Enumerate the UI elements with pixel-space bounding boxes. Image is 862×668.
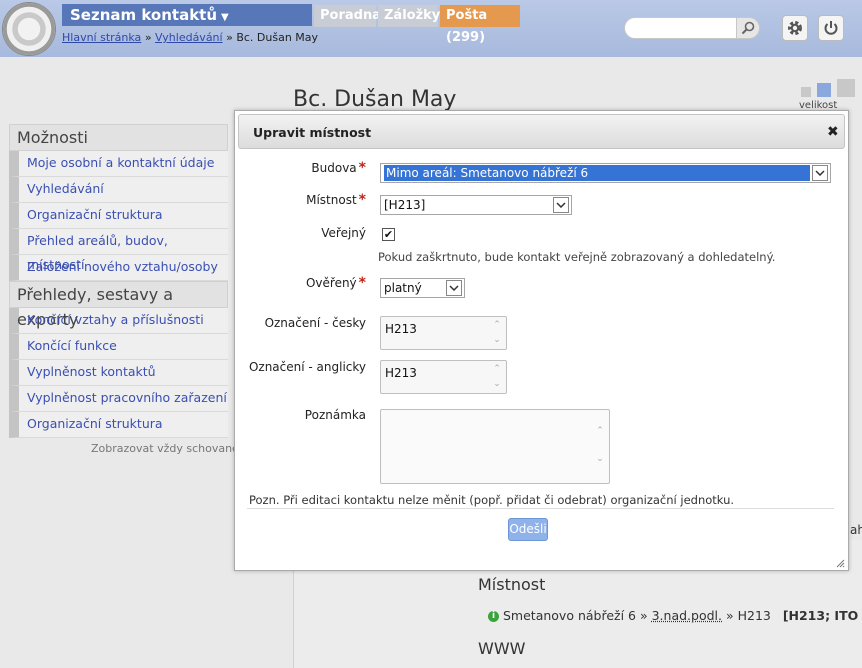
room-location-line: i Smetanovo nábřeží 6 » 3.nad.podl. » H21…	[488, 608, 862, 623]
dialog-note: Pozn. Při editaci kontaktu nelze měnit (…	[249, 493, 735, 507]
room-code: [H213; ITO FSV]	[782, 608, 862, 623]
oznaceni-cesky-label: Označení - česky	[264, 316, 366, 330]
resize-handle-icon[interactable]	[835, 557, 845, 568]
mistnost-selected-value: [H213]	[384, 198, 426, 212]
sidebar: Možnosti Moje osobní a kontaktní údaje V…	[9, 124, 228, 438]
mistnost-label-text: Místnost	[306, 193, 357, 207]
oznaceni-anglicky-input[interactable]: H213 ⌃ ⌄	[380, 360, 507, 394]
power-icon	[824, 21, 838, 35]
chevron-down-icon[interactable]: ⌄	[491, 379, 503, 389]
info-icon[interactable]: i	[488, 611, 499, 622]
room-floor-link[interactable]: 3.nad.podl.	[652, 608, 722, 623]
sidebar-item-org-structure-2[interactable]: Organizační struktura	[9, 412, 228, 438]
app-header: Seznam kontaktů ▼ Poradna Záložky Pošta (…	[0, 0, 862, 57]
breadcrumb-separator: »	[144, 31, 152, 44]
www-section-heading: WWW	[478, 639, 526, 658]
sidebar-section-reports: Přehledy, sestavy a exporty	[9, 281, 228, 329]
app-title-menu[interactable]: Seznam kontaktů ▼	[62, 4, 312, 26]
chevron-down-icon[interactable]: ⌄	[491, 335, 503, 345]
breadcrumb-home-link[interactable]: Hlavní stránka	[62, 31, 141, 44]
verejny-checkbox[interactable]: ✔	[382, 228, 395, 241]
university-logo[interactable]	[2, 2, 56, 56]
sidebar-item-org-structure[interactable]: Organizační struktura	[9, 203, 228, 229]
text-size-medium-button[interactable]	[817, 83, 831, 97]
chevron-down-icon	[446, 280, 462, 296]
breadcrumb-search-link[interactable]: Vyhledávání	[155, 31, 223, 44]
page-title: Bc. Dušan May	[293, 87, 457, 112]
poznamka-textarea[interactable]: ⌃ ⌄	[380, 409, 610, 484]
dialog-title: Upravit místnost	[253, 125, 372, 140]
sidebar-item-my-details[interactable]: Moje osobní a kontaktní údaje	[9, 151, 228, 177]
edit-room-dialog: Upravit místnost ✖ Budova * Mimo areál: S…	[234, 110, 849, 571]
room-street: Smetanovo nábřeží 6	[503, 608, 636, 623]
text-size-large-button[interactable]	[837, 79, 855, 97]
sidebar-item-areas-overview[interactable]: Přehled areálů, budov, místností	[9, 229, 228, 272]
breadcrumb-separator: »	[226, 31, 233, 44]
sidebar-item-search[interactable]: Vyhledávání	[9, 177, 228, 203]
settings-button[interactable]	[782, 15, 808, 41]
chevron-down-icon	[553, 197, 569, 213]
chevron-down-icon: ▼	[221, 12, 229, 23]
budova-selected-value: Mimo areál: Smetanovo nábřeží 6	[384, 165, 810, 181]
tab-poradna[interactable]: Poradna	[314, 5, 381, 27]
location-separator: »	[725, 608, 734, 623]
overeny-selected-value: platný	[384, 281, 422, 295]
poznamka-label: Poznámka	[304, 408, 366, 422]
sidebar-section-options: Možnosti	[9, 124, 228, 151]
verejny-help-text: Pokud zaškrtnuto, bude kontakt veřejně z…	[378, 250, 776, 264]
overeny-label-text: Ověřený	[305, 276, 357, 290]
close-icon[interactable]: ✖	[827, 124, 839, 140]
mistnost-select[interactable]: [H213]	[380, 195, 572, 215]
oznaceni-anglicky-label: Označení - anglicky	[248, 360, 366, 374]
content-fragment: ah	[850, 523, 862, 537]
chevron-down-icon	[812, 165, 828, 181]
sidebar-item-new-relation[interactable]: Založení nového vztahu/osoby	[9, 255, 228, 281]
sidebar-item-ending-relations[interactable]: Končící vztahy a příslušnosti	[9, 308, 228, 334]
dialog-titlebar[interactable]: Upravit místnost ✖	[238, 114, 845, 149]
app-title-text: Seznam kontaktů	[70, 6, 218, 24]
chevron-up-icon[interactable]: ⌃	[594, 426, 606, 436]
room-section-heading: Místnost	[478, 575, 546, 594]
chevron-down-icon[interactable]: ⌄	[594, 454, 606, 464]
oznaceni-cesky-value: H213	[385, 322, 417, 336]
verejny-label: Veřejný	[321, 226, 366, 240]
submit-button[interactable]: Odešli	[508, 518, 548, 541]
overeny-label: Ověřený *	[306, 275, 366, 291]
sidebar-item-ending-functions[interactable]: Končící funkce	[9, 334, 228, 360]
search-button[interactable]	[736, 17, 760, 39]
tab-posta[interactable]: Pošta (299)	[440, 5, 520, 45]
sidebar-item-contact-completeness[interactable]: Vyplněnost kontaktů	[9, 360, 228, 386]
budova-label-text: Budova	[311, 161, 357, 175]
required-mark: *	[358, 192, 366, 208]
oznaceni-anglicky-value: H213	[385, 366, 417, 380]
search-input[interactable]	[624, 17, 738, 39]
logout-button[interactable]	[818, 15, 844, 41]
dialog-divider	[247, 508, 834, 509]
chevron-up-icon[interactable]: ⌃	[491, 364, 503, 374]
breadcrumb: Hlavní stránka » Vyhledávání » Bc. Dušan…	[62, 31, 318, 44]
budova-label: Budova *	[311, 160, 366, 176]
oznaceni-cesky-input[interactable]: H213 ⌃ ⌄	[380, 316, 507, 350]
tab-zalozky[interactable]: Záložky	[378, 5, 440, 27]
chevron-up-icon[interactable]: ⌃	[491, 320, 503, 330]
gear-icon	[788, 21, 802, 35]
required-mark: *	[358, 160, 366, 176]
text-size-small-button[interactable]	[801, 87, 811, 97]
mistnost-label: Místnost *	[306, 192, 366, 208]
required-mark: *	[358, 275, 366, 291]
sidebar-item-job-completeness[interactable]: Vyplněnost pracovního zařazení	[9, 386, 228, 412]
location-separator: »	[639, 608, 648, 623]
room-number: H213	[737, 608, 771, 623]
breadcrumb-current: Bc. Dušan May	[236, 31, 319, 44]
show-hidden-toggle[interactable]: Zobrazovat vždy schované	[91, 442, 239, 455]
search-icon	[741, 21, 755, 35]
overeny-select[interactable]: platný	[380, 278, 465, 298]
budova-select[interactable]: Mimo areál: Smetanovo nábřeží 6	[380, 163, 831, 183]
